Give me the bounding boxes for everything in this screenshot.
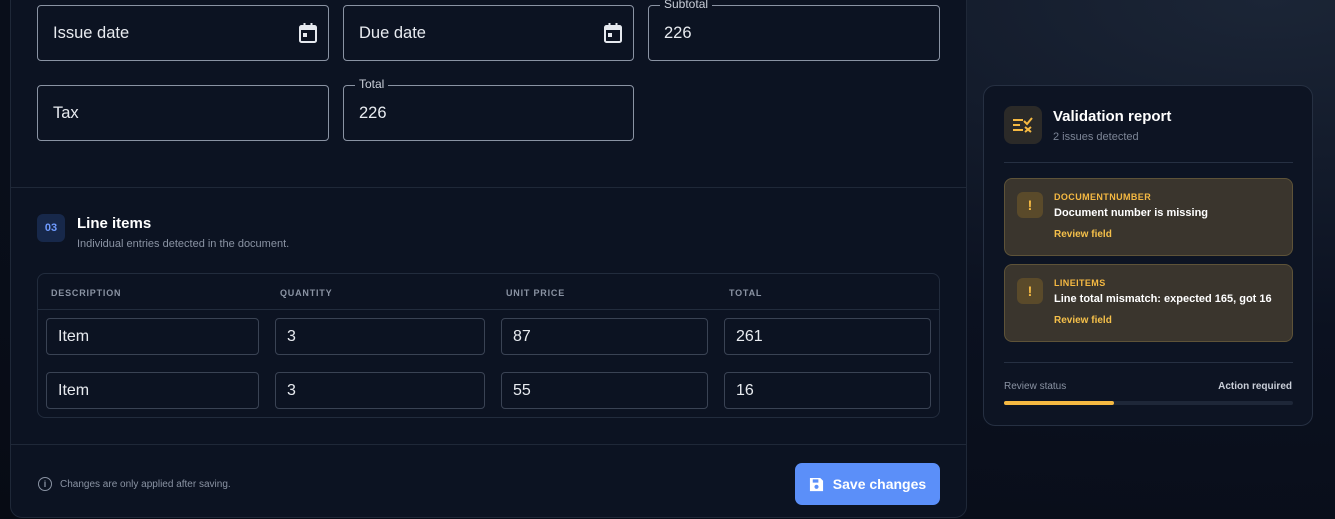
info-icon: i [38,477,52,491]
row-2-quantity-input[interactable]: 3 [275,372,485,409]
section-title: Line items [77,215,152,232]
footer-note-text: Changes are only applied after saving. [60,478,231,490]
exclamation-icon: ! [1017,192,1043,218]
review-status-label: Review status [1004,381,1067,392]
issue-code: LINEITEMS [1054,278,1106,288]
issue-date-placeholder: Issue date [53,23,130,42]
section-subtitle: Individual entries detected in the docum… [77,238,290,250]
row-1-unit-price-input[interactable]: 87 [501,318,708,355]
save-button-label: Save changes [832,476,927,492]
form-panel [10,0,967,518]
report-title: Validation report [1053,108,1172,125]
due-date-placeholder: Due date [359,23,426,42]
issue-card: ! LINEITEMS Line total mismatch: expecte… [1004,264,1293,342]
total-label: Total [355,77,389,91]
validation-report-card: Validation report 2 issues detected ! DO… [983,85,1313,426]
report-divider [1004,162,1293,163]
row-2-unit-price-input[interactable]: 55 [501,372,708,409]
subtotal-field[interactable]: Subtotal 226 [648,0,940,61]
issue-message: Line total mismatch: expected 165, got 1… [1054,293,1272,305]
section-number-badge: 03 [37,214,65,242]
total-value: 226 [359,103,387,122]
subtotal-value: 226 [664,23,692,42]
total-field[interactable]: Total 226 [343,77,634,141]
review-progress-bar [1004,401,1293,405]
row-1-quantity-input[interactable]: 3 [275,318,485,355]
column-header-description: DESCRIPTION [51,288,122,298]
column-header-unit-price: UNIT PRICE [506,288,566,298]
issue-message: Document number is missing [1054,207,1209,219]
report-divider [1004,362,1293,363]
subtotal-label: Subtotal [660,0,713,11]
row-1-description-input[interactable]: Item [46,318,259,355]
footer-note: i Changes are only applied after saving. [38,477,231,491]
section-divider [10,187,967,188]
review-field-link[interactable]: Review field [1054,229,1112,240]
calendar-icon[interactable] [603,22,623,44]
issue-card: ! DOCUMENTNUMBER Document number is miss… [1004,178,1293,256]
review-progress-fill [1004,401,1114,405]
save-button[interactable]: Save changes [795,463,940,505]
row-2-description-input[interactable]: Item [46,372,259,409]
floppy-disk-icon [809,477,823,491]
tax-placeholder: Tax [53,103,79,122]
row-1-total-input[interactable]: 261 [724,318,931,355]
review-field-link[interactable]: Review field [1054,315,1112,326]
calendar-icon[interactable] [298,22,318,44]
issue-date-field[interactable]: Issue date [37,5,329,61]
table-header-divider [38,309,939,310]
column-header-total: TOTAL [729,288,763,298]
column-header-quantity: QUANTITY [280,288,333,298]
checklist-icon [1004,106,1042,144]
due-date-field[interactable]: Due date [343,5,634,61]
row-2-total-input[interactable]: 16 [724,372,931,409]
tax-field[interactable]: Tax [37,85,329,141]
footer-divider [10,444,967,445]
exclamation-icon: ! [1017,278,1043,304]
issue-code: DOCUMENTNUMBER [1054,192,1152,202]
report-subtitle: 2 issues detected [1053,131,1139,143]
line-items-table: DESCRIPTION QUANTITY UNIT PRICE TOTAL It… [37,273,940,418]
review-status-value: Action required [1218,381,1292,392]
